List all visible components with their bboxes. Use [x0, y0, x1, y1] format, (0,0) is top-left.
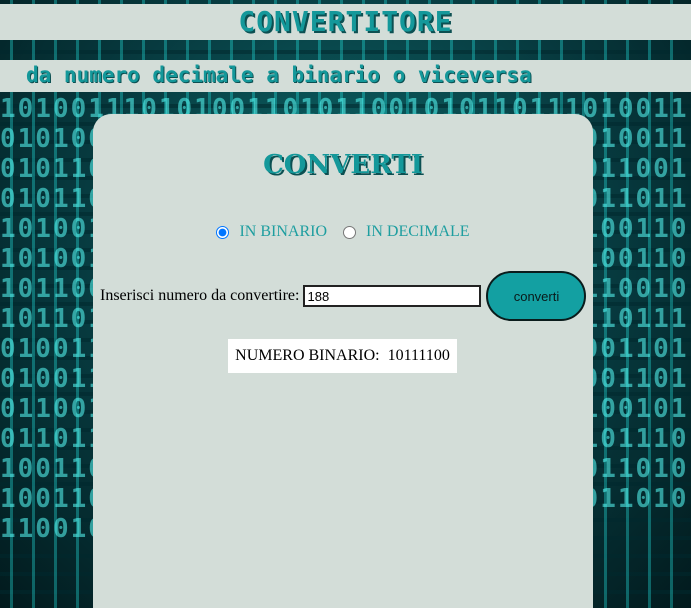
option-decimal-label: IN DECIMALE [366, 223, 470, 240]
conversion-mode-group: IN BINARIO IN DECIMALE [93, 223, 593, 244]
title-bar: CONVERTITORE [0, 4, 691, 40]
convert-button[interactable]: converti [486, 271, 587, 321]
number-input-label: Inserisci numero da convertire: [100, 287, 300, 304]
option-decimal[interactable]: IN DECIMALE [343, 223, 470, 241]
subtitle-bar: da numero decimale a binario o viceversa [0, 60, 691, 92]
option-binary[interactable]: IN BINARIO [216, 223, 327, 241]
card-title: CONVERTI [263, 150, 423, 180]
page-subtitle: da numero decimale a binario o viceversa [26, 63, 532, 87]
radio-binary[interactable] [216, 225, 230, 239]
option-binary-label: IN BINARIO [239, 223, 327, 240]
radio-decimal[interactable] [343, 225, 356, 239]
page-title: CONVERTITORE [238, 5, 453, 38]
result-output: NUMERO BINARIO: 10111100 [228, 339, 457, 373]
converter-card: CONVERTI IN BINARIO IN DECIMALE Inserisc… [93, 114, 593, 608]
number-input[interactable] [303, 285, 482, 307]
input-row: Inserisci numero da convertire: converti [100, 271, 590, 321]
